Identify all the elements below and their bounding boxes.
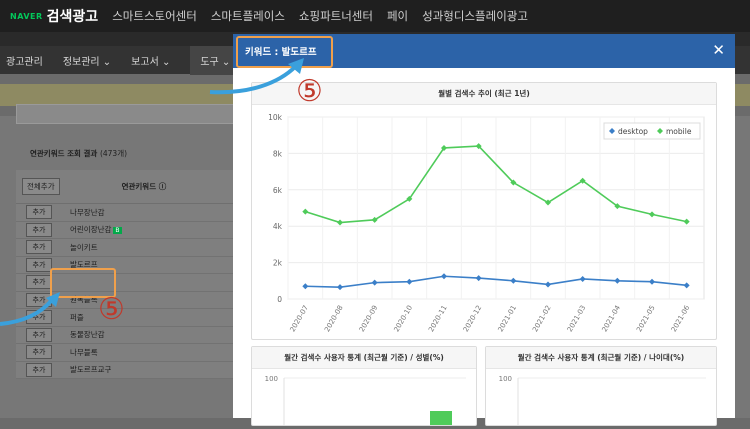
legend-label-mobile: mobile (666, 127, 692, 136)
table-row: 추가 어린이장난감 B (16, 222, 238, 239)
keyword-link-text: 어린이장난감 (70, 225, 112, 235)
x-tick-label: 2021-03 (566, 304, 588, 333)
close-icon[interactable]: ✕ (712, 41, 725, 59)
menu-reports[interactable]: 보고서 ⌄ (131, 53, 170, 68)
data-point-desktop (545, 281, 551, 288)
x-tick-label: 2020-07 (289, 304, 311, 333)
keyword-link[interactable]: 어린이장난감 B (70, 224, 122, 235)
monthly-trend-panel: 월별 검색수 추이 (최근 1년) 0 2k 4k 6k 8k 10k 2020-07 202… (251, 82, 717, 340)
x-tick-label: 2021-01 (497, 304, 519, 333)
data-point-desktop (510, 277, 517, 284)
table-row: 추가 동물장난감 (16, 327, 238, 344)
y-tick-label: 100 (265, 375, 278, 383)
add-button[interactable]: 추가 (26, 327, 52, 342)
data-point-desktop (337, 284, 343, 291)
chart-title: 월간 검색수 사용자 통계 (최근월 기준) / 나이대(%) (486, 347, 716, 369)
data-point-desktop (579, 275, 586, 282)
data-point-desktop (371, 279, 378, 286)
add-button[interactable]: 추가 (26, 345, 52, 360)
step-number-5: ⑤ (98, 292, 125, 327)
results-title: 연관키워드 조회 결과 (473개) (30, 148, 127, 159)
add-button[interactable]: 추가 (26, 240, 52, 255)
add-button[interactable]: 추가 (26, 257, 52, 272)
data-point-mobile (302, 208, 309, 215)
table-row: 추가 놀이키트 (16, 239, 238, 257)
data-point-desktop (302, 283, 309, 290)
x-tick-label: 2021-06 (670, 304, 692, 334)
data-point-desktop (683, 282, 690, 289)
x-tick-label: 2020-09 (358, 304, 380, 333)
keyword-badge: B (113, 227, 122, 235)
add-button[interactable]: 추가 (26, 205, 52, 220)
y-tick-label: 6k (273, 186, 283, 195)
y-tick-label: 100 (499, 375, 512, 383)
table-header: 전체추가 연관키워드 ⓘ (16, 170, 238, 204)
arrow-icon (209, 58, 304, 95)
keyword-link[interactable]: 퍼즐 (70, 312, 84, 323)
keyword-link[interactable]: 발도르프교구 (70, 364, 111, 375)
data-point-mobile (337, 219, 343, 226)
x-tick-label: 2021-05 (635, 304, 657, 333)
keyword-link[interactable]: 나무블록 (70, 347, 98, 358)
legend-label-desktop: desktop (618, 127, 648, 136)
nav-link-smartstore[interactable]: 스마트스토어센터 (112, 8, 197, 24)
y-tick-label: 10k (268, 113, 283, 122)
data-point-desktop (406, 278, 413, 285)
data-point-desktop (649, 278, 655, 285)
gender-stats-chart: 100 (265, 375, 466, 425)
nav-link-smartplace[interactable]: 스마트플레이스 (211, 8, 285, 24)
add-button[interactable]: 추가 (26, 222, 52, 237)
step-number-5: ⑤ (296, 74, 323, 109)
table-row: 추가 나무장난감 (16, 204, 238, 222)
x-tick-label: 2020-12 (462, 304, 484, 333)
nav-link-pay[interactable]: 페이 (387, 8, 408, 24)
bar-mark (430, 411, 452, 425)
x-tick-label: 2020-11 (427, 304, 449, 333)
data-point-mobile (649, 211, 655, 218)
table-row: 추가 발도르프교구 (16, 362, 238, 379)
monthly-trend-chart: 0 2k 4k 6k 8k 10k 2020-07 2020-08 2020-09 2020-10… (268, 113, 705, 334)
x-tick-label: 2021-02 (531, 304, 553, 333)
add-button[interactable]: 추가 (26, 275, 52, 290)
y-tick-label: 4k (273, 222, 283, 231)
nav-link-shopping-partner[interactable]: 쇼핑파트너센터 (299, 8, 373, 24)
add-button[interactable]: 추가 (26, 362, 52, 377)
top-navigation: NAVER 검색광고 스마트스토어센터 스마트플레이스 쇼핑파트너센터 페이 성… (0, 0, 750, 32)
menu-ad-management[interactable]: 광고관리 (6, 53, 43, 68)
age-stats-chart: 100 (499, 375, 706, 425)
nav-link-display-ads[interactable]: 성과형디스플레이광고 (422, 8, 528, 24)
keyword-link[interactable]: 나무장난감 (70, 207, 105, 218)
data-point-mobile (683, 218, 690, 225)
keyword-link[interactable]: 동물장난감 (70, 329, 105, 340)
gender-stats-panel: 월간 검색수 사용자 통계 (최근월 기준) / 성별(%) 100 (251, 346, 477, 426)
table-row: 추가 나무블록 (16, 344, 238, 362)
x-tick-label: 2020-08 (323, 304, 345, 333)
add-all-button[interactable]: 전체추가 (22, 178, 60, 195)
y-tick-label: 2k (273, 259, 283, 268)
keyword-search-box[interactable] (16, 104, 246, 124)
arrow-icon (0, 292, 60, 326)
data-point-desktop (614, 277, 621, 284)
column-header-keyword: 연관키워드 ⓘ (121, 182, 167, 191)
chart-title: 월간 검색수 사용자 통계 (최근월 기준) / 성별(%) (252, 347, 476, 369)
naver-logo[interactable]: NAVER (10, 12, 43, 21)
service-title[interactable]: 검색광고 (47, 6, 99, 26)
x-tick-label: 2020-10 (393, 304, 415, 333)
data-point-desktop (441, 273, 447, 280)
keyword-link[interactable]: 놀이키트 (70, 242, 98, 253)
age-stats-panel: 월간 검색수 사용자 통계 (최근월 기준) / 나이대(%) 100 (485, 346, 717, 426)
menu-info-management[interactable]: 정보관리 ⌄ (63, 53, 111, 68)
data-point-desktop (475, 275, 482, 282)
x-tick-label: 2021-04 (601, 304, 623, 334)
y-tick-label: 0 (277, 295, 282, 304)
results-count: (473개) (99, 149, 128, 158)
y-tick-label: 8k (273, 149, 283, 158)
results-title-text: 연관키워드 조회 결과 (30, 149, 98, 158)
